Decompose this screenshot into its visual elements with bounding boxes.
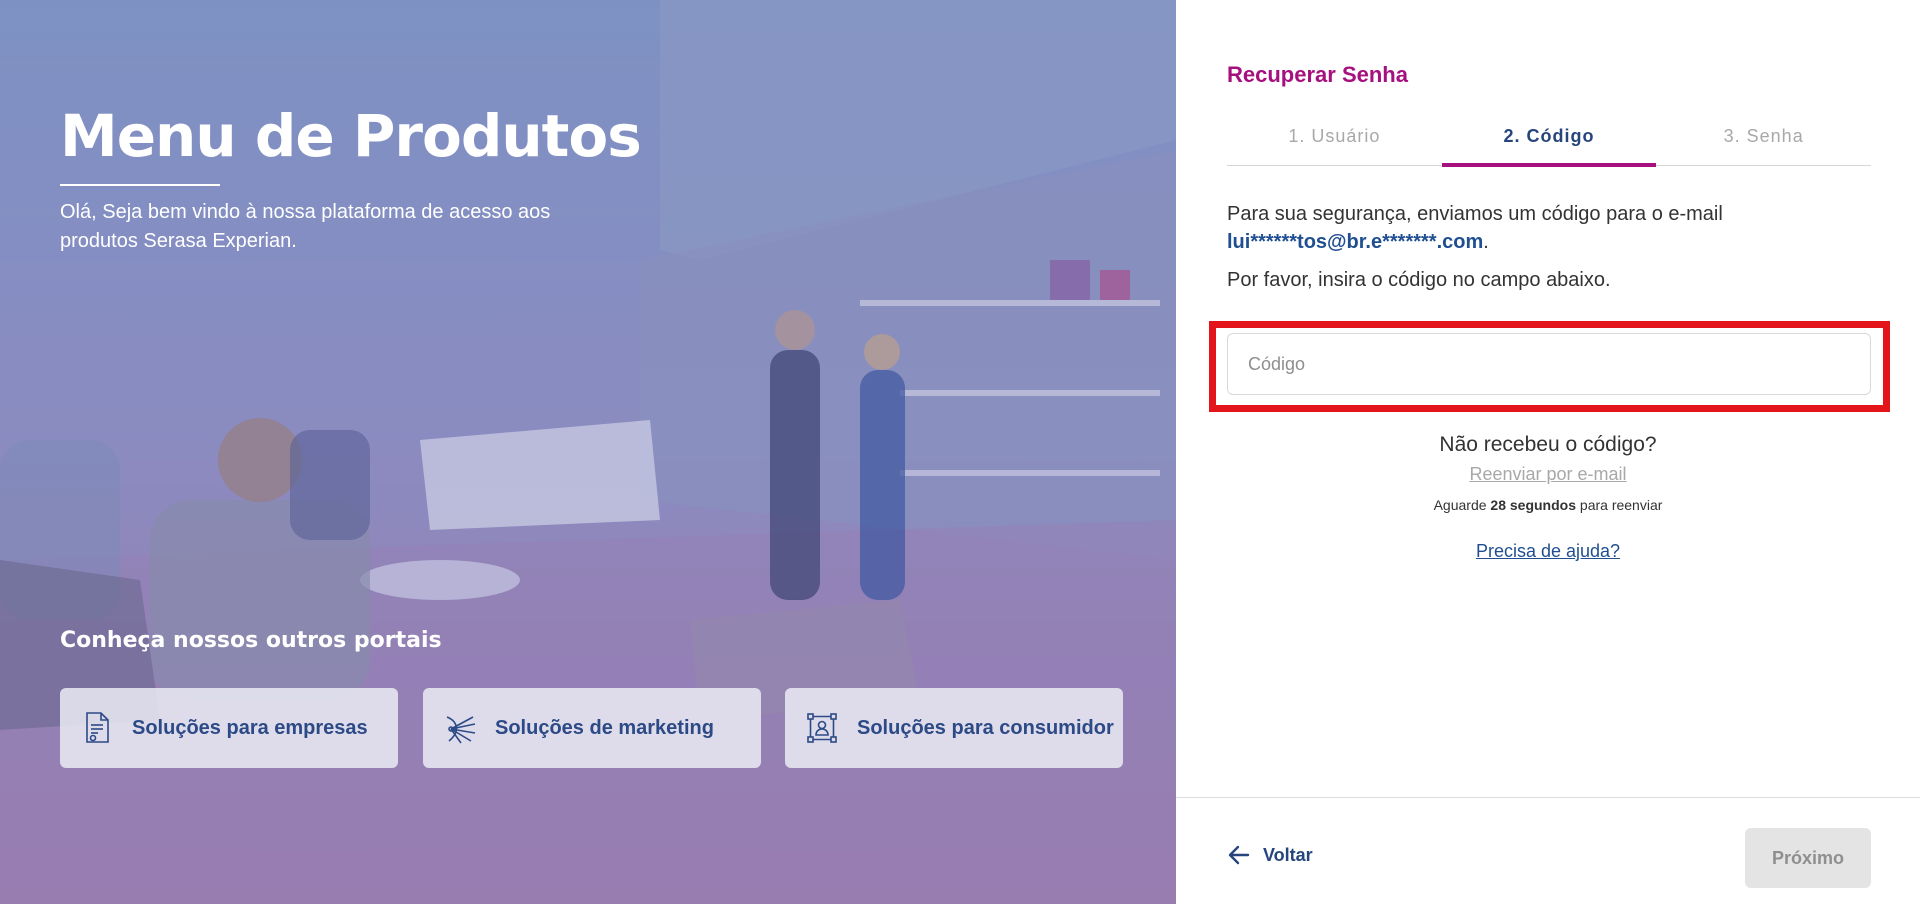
step-codigo[interactable]: 2. Código: [1441, 118, 1657, 167]
message-period: .: [1483, 231, 1489, 253]
next-button[interactable]: Próximo: [1745, 828, 1871, 888]
help-link[interactable]: Precisa de ajuda?: [1176, 541, 1920, 562]
security-message-text: Para sua segurança, enviamos um código p…: [1227, 203, 1723, 225]
arrow-left-icon: [1227, 843, 1251, 867]
code-input[interactable]: [1227, 333, 1871, 395]
step-usuario[interactable]: 1. Usuário: [1227, 118, 1442, 165]
hero-panel: Menu de Produtos Olá, Seja bem vindo à n…: [0, 0, 1176, 904]
instruction-text: Por favor, insira o código no campo abai…: [1227, 269, 1611, 291]
resend-email-link[interactable]: Reenviar por e-mail: [1176, 464, 1920, 485]
portal-label-marketing: Soluções de marketing: [495, 716, 714, 739]
back-button[interactable]: Voltar: [1227, 843, 1313, 867]
hero-title: Menu de Produtos: [60, 102, 642, 170]
person-focus-icon: [805, 711, 839, 745]
step-senha[interactable]: 3. Senha: [1656, 118, 1871, 165]
portal-card-empresas[interactable]: Soluções para empresas: [60, 688, 398, 768]
portal-card-marketing[interactable]: Soluções de marketing: [423, 688, 761, 768]
wait-time: 28 segundos: [1490, 497, 1577, 513]
not-received-text: Não recebeu o código?: [1439, 433, 1657, 456]
wait-prefix: Aguarde: [1433, 497, 1487, 513]
masked-email: lui******tos@br.e*******.com: [1227, 231, 1484, 253]
wait-suffix: para reenviar: [1579, 497, 1663, 513]
hero-subtitle: Olá, Seja bem vindo à nossa plataforma d…: [60, 201, 551, 252]
portals-heading: Conheça nossos outros portais: [60, 628, 442, 653]
stepper: 1. Usuário 2. Código 3. Senha: [1227, 118, 1871, 167]
portal-label-empresas: Soluções para empresas: [132, 716, 368, 739]
document-icon: [80, 711, 114, 745]
network-icon: [443, 711, 477, 745]
page-title: Recuperar Senha: [1227, 62, 1408, 87]
back-label: Voltar: [1263, 844, 1313, 865]
security-message: Para sua segurança, enviamos um código p…: [1227, 200, 1871, 256]
recover-password-panel: Recuperar Senha 1. Usuário 2. Código 3. …: [1176, 0, 1920, 904]
hero-title-underline: [60, 184, 220, 186]
portal-card-consumidor[interactable]: Soluções para consumidor: [785, 688, 1123, 768]
resend-countdown: Aguarde 28 segundos para reenviar: [1176, 497, 1920, 513]
footer-divider: [1176, 797, 1920, 798]
portal-label-consumidor: Soluções para consumidor: [857, 716, 1114, 739]
